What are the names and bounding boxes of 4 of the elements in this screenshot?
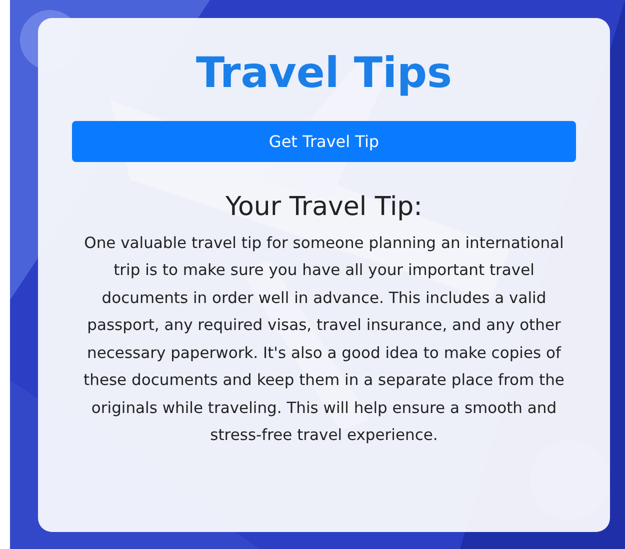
page-title: Travel Tips xyxy=(196,47,452,99)
tip-heading: Your Travel Tip: xyxy=(226,192,422,222)
tip-text: One valuable travel tip for someone planning an international trip is to make sure you have all your important travel documents in order well in advance. This includes a valid passport, any required visas, travel insurance, and any other necessary paperwork. It's also a good idea to make copies of these documents and keep them in a separate place from the originals while traveling. This will help ensure a smooth and stress-free travel experience. xyxy=(82,232,566,446)
get-tip-button[interactable]: Get Travel Tip xyxy=(72,120,576,162)
